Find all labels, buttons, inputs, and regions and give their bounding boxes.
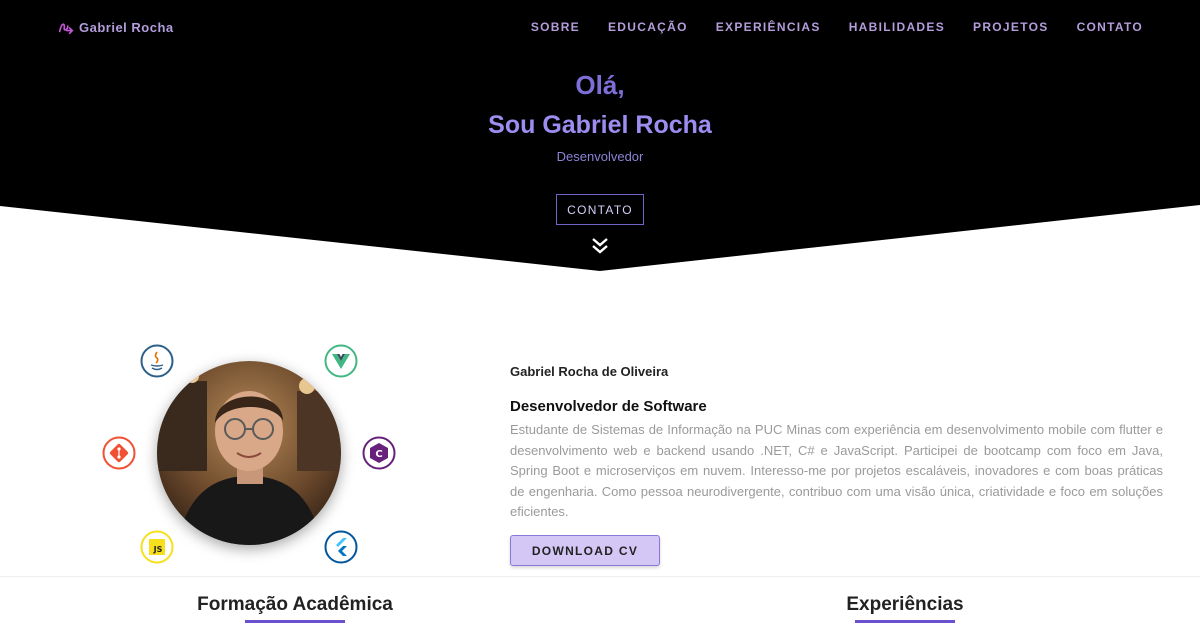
nav-item-educacao[interactable]: EDUCAÇÃO bbox=[608, 20, 688, 34]
nav-item-experiencias[interactable]: EXPERIÊNCIAS bbox=[716, 20, 821, 34]
nav-item-contato[interactable]: CONTATO bbox=[1077, 20, 1143, 34]
experience-title-underline bbox=[855, 620, 955, 623]
hero-section: Gabriel Rocha SOBRE EDUCAÇÃO EXPERIÊNCIA… bbox=[0, 0, 1200, 272]
about-headline: Desenvolvedor de Software bbox=[510, 398, 707, 415]
nav-item-habilidades[interactable]: HABILIDADES bbox=[849, 20, 945, 34]
vue-icon bbox=[324, 344, 358, 378]
csharp-icon: C bbox=[362, 436, 396, 470]
full-name: Gabriel Rocha de Oliveira bbox=[510, 364, 669, 379]
download-cv-button[interactable]: DOWNLOAD CV bbox=[510, 535, 660, 566]
about-bio: Estudante de Sistemas de Informação na P… bbox=[510, 422, 1163, 519]
svg-text:JS: JS bbox=[153, 545, 163, 554]
nav-item-projetos[interactable]: PROJETOS bbox=[973, 20, 1049, 34]
experience-section-title: Experiências bbox=[846, 594, 964, 615]
contact-button[interactable]: CONTATO bbox=[556, 194, 644, 225]
nav-menu: SOBRE EDUCAÇÃO EXPERIÊNCIAS HABILIDADES … bbox=[531, 20, 1143, 34]
profile-photo bbox=[157, 361, 341, 545]
hero-role: Desenvolvedor bbox=[556, 149, 644, 164]
education-title-underline bbox=[245, 620, 345, 623]
double-chevron-down-icon[interactable] bbox=[590, 236, 610, 256]
hero-name: Sou Gabriel Rocha bbox=[488, 111, 712, 139]
git-icon bbox=[102, 436, 136, 470]
nav-item-sobre[interactable]: SOBRE bbox=[531, 20, 580, 34]
flutter-icon bbox=[324, 530, 358, 564]
navbar: Gabriel Rocha SOBRE EDUCAÇÃO EXPERIÊNCIA… bbox=[0, 0, 1200, 56]
hero-greeting: Olá, bbox=[575, 70, 625, 100]
profile-photo-area: C JS bbox=[100, 340, 400, 580]
education-section-title: Formação Acadêmica bbox=[197, 594, 393, 615]
brand-name: Gabriel Rocha bbox=[79, 19, 174, 35]
svg-text:C: C bbox=[375, 449, 382, 460]
java-icon bbox=[140, 344, 174, 378]
brand[interactable]: Gabriel Rocha bbox=[57, 18, 174, 36]
brand-logo-icon bbox=[58, 23, 74, 35]
javascript-icon: JS bbox=[140, 530, 174, 564]
section-divider bbox=[0, 576, 1200, 577]
